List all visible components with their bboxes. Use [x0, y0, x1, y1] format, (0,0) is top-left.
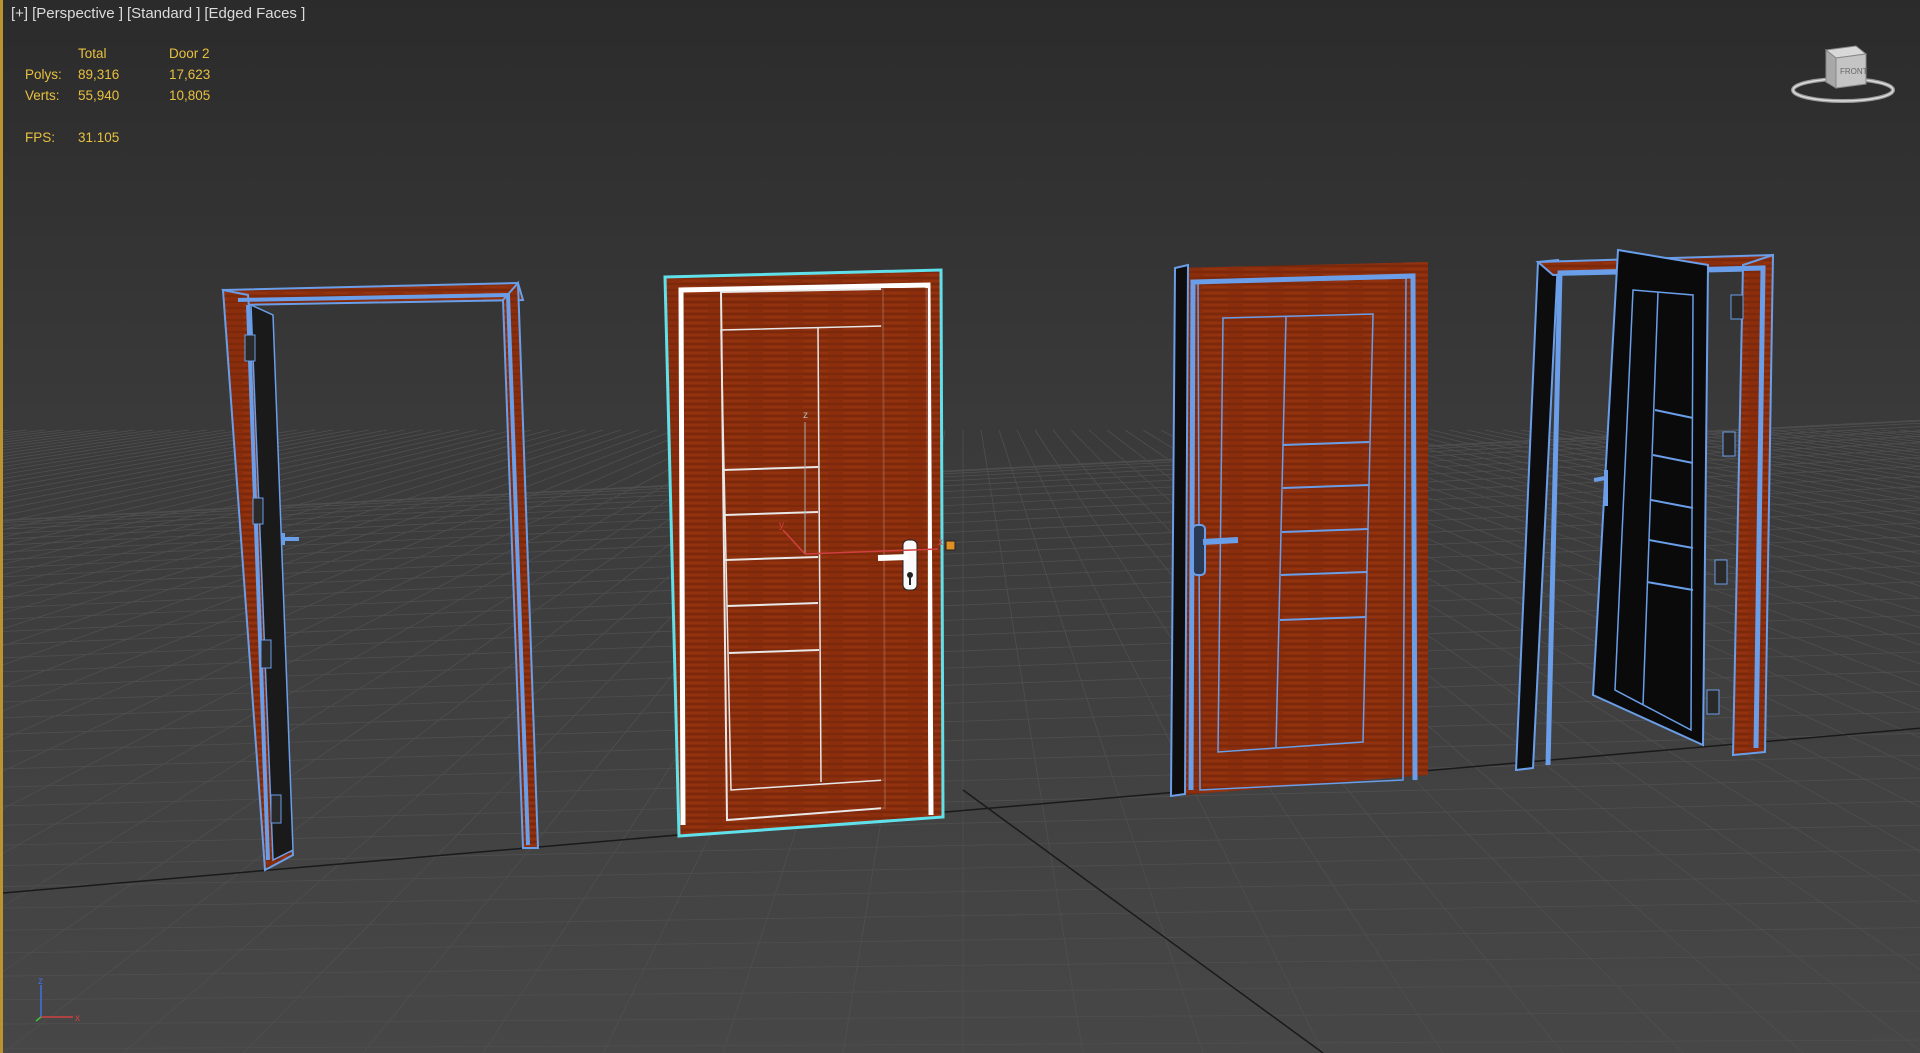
viewport-edged-faces-menu[interactable]: [Edged Faces ] [204, 5, 305, 22]
viewcube-front-label: FRONT [1840, 67, 1868, 76]
door-3-model[interactable] [1169, 262, 1428, 798]
verts-label: Verts: [25, 88, 60, 103]
viewcube-widget[interactable]: FRONT [1788, 40, 1898, 116]
gizmo-y-label: y [779, 520, 784, 531]
viewport-point-of-view-menu[interactable]: [Perspective ] [32, 5, 123, 22]
verts-selected: 10,805 [169, 88, 211, 103]
axis-z-label: z [38, 976, 43, 987]
fps-value: 31.105 [78, 130, 120, 145]
verts-total: 55,940 [78, 88, 120, 103]
door-1-model[interactable] [221, 280, 540, 872]
stats-header-total: Total [78, 46, 107, 61]
gizmo-x-label: x [938, 537, 943, 548]
stats-header-selected: Door 2 [169, 46, 210, 61]
door-4-model[interactable] [1514, 248, 1775, 772]
polys-selected: 17,623 [169, 67, 211, 82]
door-2-model[interactable]: z y x [663, 268, 956, 838]
viewport-label-menu: [+] [Perspective ] [Standard ] [Edged Faces… [11, 5, 309, 22]
scene-canvas[interactable]: z y x [3, 0, 1920, 1053]
polys-total: 89,316 [78, 67, 120, 82]
fps-label: FPS: [25, 130, 56, 145]
axis-x-label: x [75, 1013, 80, 1024]
viewport-general-menu[interactable]: [+] [11, 5, 28, 22]
perspective-viewport[interactable]: z y x [+] [Perspective] [Standard] [Ed… [0, 0, 1920, 1053]
viewport-shading-standard-menu[interactable]: [Standard ] [127, 5, 200, 22]
gizmo-z-label: z [803, 410, 808, 421]
polys-label: Polys: [25, 67, 62, 82]
world-axis-tripod: z x [35, 976, 80, 1024]
